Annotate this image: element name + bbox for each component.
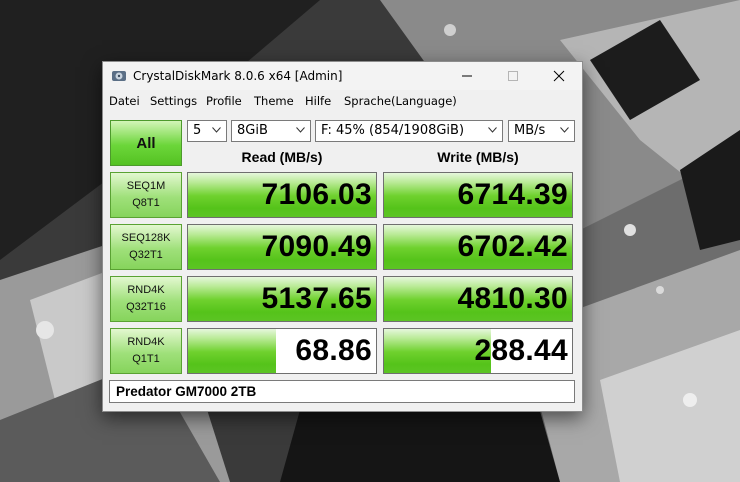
- write-value: 6702.42: [457, 230, 568, 263]
- read-bar: [188, 329, 277, 373]
- window-title: CrystalDiskMark 8.0.6 x64 [Admin]: [133, 69, 343, 83]
- crystaldiskmark-window: CrystalDiskMark 8.0.6 x64 [Admin] Datei …: [102, 61, 583, 412]
- read-result: 68.86: [187, 328, 377, 374]
- test-name: SEQ128K: [121, 232, 171, 244]
- menu-profile[interactable]: Profile: [206, 94, 242, 108]
- write-result: 6702.42: [383, 224, 573, 270]
- chevron-down-icon: [488, 127, 497, 133]
- minimize-button[interactable]: [444, 62, 490, 90]
- drive-value: F: 45% (854/1908GiB): [321, 123, 465, 138]
- test-params: Q8T1: [132, 197, 160, 209]
- chevron-down-icon: [560, 127, 569, 133]
- read-result: 5137.65: [187, 276, 377, 322]
- read-value: 68.86: [295, 334, 372, 367]
- menu-theme[interactable]: Theme: [254, 94, 294, 108]
- read-value: 5137.65: [261, 282, 372, 315]
- write-value: 288.44: [474, 334, 568, 367]
- read-value: 7106.03: [261, 178, 372, 211]
- menu-bar: Datei Settings Profile Theme Hilfe Sprac…: [103, 90, 582, 111]
- drive-select[interactable]: F: 45% (854/1908GiB): [315, 120, 503, 142]
- maximize-button[interactable]: [490, 62, 536, 90]
- unit-select[interactable]: MB/s: [508, 120, 575, 142]
- write-result: 6714.39: [383, 172, 573, 218]
- write-result: 4810.30: [383, 276, 573, 322]
- benchmark-panel: All 5 8GiB F: 45% (854/1908GiB) MB/s Rea…: [103, 111, 582, 411]
- write-value: 6714.39: [457, 178, 568, 211]
- close-icon: [553, 70, 565, 82]
- maximize-icon: [508, 71, 518, 81]
- test-name: RND4K: [127, 284, 165, 296]
- comment-field[interactable]: Predator GM7000 2TB: [109, 380, 575, 403]
- unit-value: MB/s: [514, 123, 546, 138]
- test-name: SEQ1M: [126, 180, 166, 192]
- write-value: 4810.30: [457, 282, 568, 315]
- read-result: 7090.49: [187, 224, 377, 270]
- write-result: 288.44: [383, 328, 573, 374]
- all-button[interactable]: All: [110, 120, 182, 166]
- test-params: Q32T16: [126, 301, 166, 313]
- test-params: Q1T1: [132, 353, 160, 365]
- read-header: Read (MB/s): [241, 149, 323, 165]
- test-rnd4k-q1t1-button[interactable]: RND4K Q1T1: [110, 328, 182, 374]
- count-select[interactable]: 5: [187, 120, 227, 142]
- read-value: 7090.49: [261, 230, 372, 263]
- chevron-down-icon: [212, 127, 221, 133]
- test-seq128k-q32t1-button[interactable]: SEQ128K Q32T1: [110, 224, 182, 270]
- app-icon: [112, 71, 126, 81]
- read-result: 7106.03: [187, 172, 377, 218]
- menu-file[interactable]: Datei: [109, 94, 140, 108]
- write-header: Write (MB/s): [437, 149, 519, 165]
- test-seq1m-q8t1-button[interactable]: SEQ1M Q8T1: [110, 172, 182, 218]
- menu-language[interactable]: Sprache(Language): [344, 94, 457, 108]
- title-bar[interactable]: CrystalDiskMark 8.0.6 x64 [Admin]: [103, 62, 582, 90]
- size-select[interactable]: 8GiB: [231, 120, 311, 142]
- size-value: 8GiB: [237, 123, 268, 138]
- comment-text: Predator GM7000 2TB: [116, 384, 257, 399]
- count-value: 5: [193, 123, 202, 138]
- chevron-down-icon: [296, 127, 305, 133]
- minimize-icon: [462, 75, 472, 77]
- close-button[interactable]: [536, 62, 582, 90]
- test-params: Q32T1: [129, 249, 163, 261]
- menu-help[interactable]: Hilfe: [305, 94, 331, 108]
- test-rnd4k-q32t16-button[interactable]: RND4K Q32T16: [110, 276, 182, 322]
- test-name: RND4K: [127, 336, 165, 348]
- menu-settings[interactable]: Settings: [150, 94, 197, 108]
